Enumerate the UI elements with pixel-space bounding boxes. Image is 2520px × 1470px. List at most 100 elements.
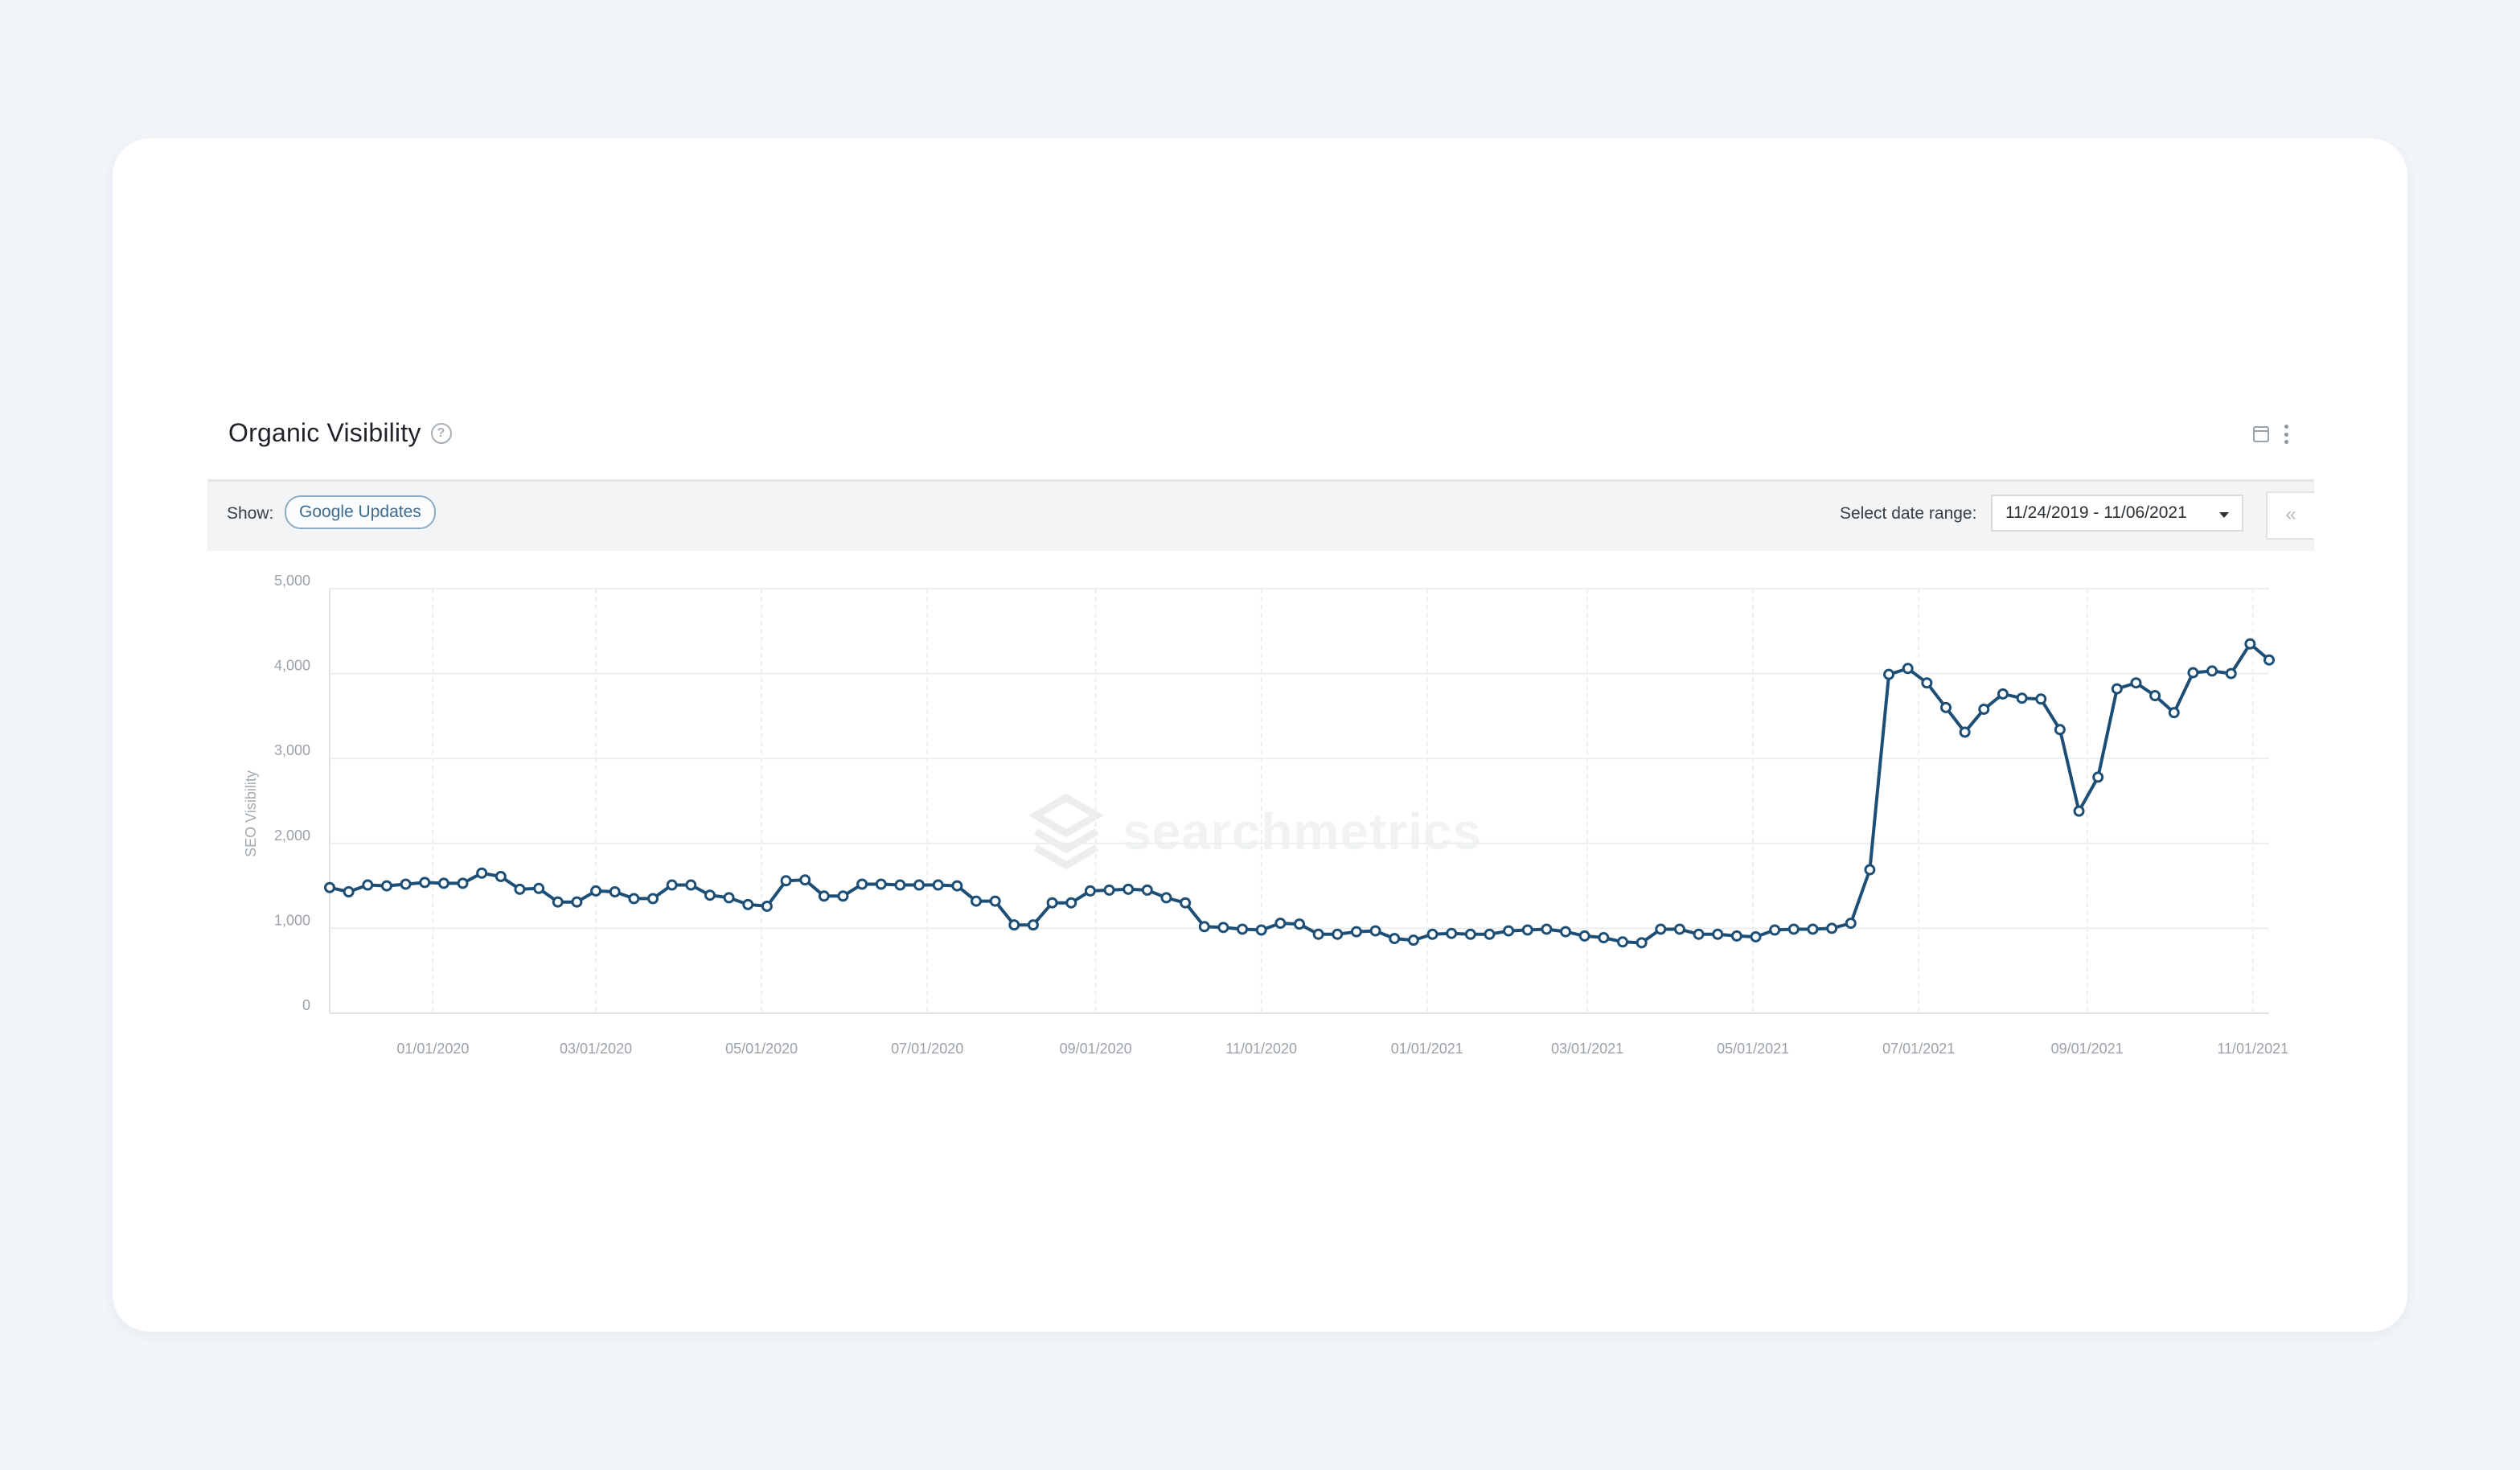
data-point <box>1312 928 1324 940</box>
data-point <box>1217 922 1229 934</box>
data-point <box>1730 930 1742 942</box>
data-point <box>1978 703 1990 715</box>
data-point <box>2206 665 2218 677</box>
data-point <box>437 877 449 889</box>
y-tick-label: 4,000 <box>274 658 310 674</box>
data-point <box>1008 919 1020 931</box>
data-point <box>704 889 716 901</box>
x-tick-label: 11/01/2021 <box>2217 1041 2288 1057</box>
data-point <box>514 883 526 895</box>
data-point <box>2035 693 2047 705</box>
x-tick-label: 07/01/2021 <box>1882 1041 1955 1057</box>
data-point <box>971 895 982 907</box>
data-point <box>1921 677 1933 689</box>
data-point <box>495 870 507 882</box>
data-point <box>1350 926 1362 938</box>
data-point <box>780 875 792 887</box>
data-point <box>2187 667 2199 679</box>
data-point <box>2149 690 2161 702</box>
x-tick-label: 01/01/2021 <box>1391 1041 1463 1057</box>
data-point <box>1389 933 1401 945</box>
data-point <box>380 880 392 892</box>
data-point <box>1255 924 1267 936</box>
data-point <box>1084 885 1096 897</box>
data-point <box>1407 934 1419 946</box>
data-point <box>856 878 868 890</box>
y-tick-label: 2,000 <box>274 827 310 844</box>
data-point <box>1940 701 1952 713</box>
data-point <box>951 880 963 892</box>
data-point <box>1332 928 1344 940</box>
data-point <box>1369 925 1381 937</box>
data-point <box>2054 724 2066 736</box>
data-point <box>894 879 906 891</box>
data-point <box>476 867 488 879</box>
data-point <box>419 877 431 889</box>
data-point <box>1693 928 1705 940</box>
data-point <box>2130 677 2142 689</box>
data-point <box>1294 918 1305 930</box>
data-point <box>1826 922 1838 934</box>
data-point <box>685 879 697 891</box>
data-point <box>1655 923 1667 935</box>
data-point <box>989 895 1001 907</box>
data-point <box>324 881 335 893</box>
data-point <box>1237 923 1249 935</box>
data-point <box>1141 884 1153 896</box>
data-point <box>913 879 926 891</box>
data-point <box>1959 726 1971 738</box>
visibility-chart: 0 1,000 2,000 3,000 4,000 5,000 01/01/2020 03/0… <box>243 573 2288 1057</box>
data-point <box>1673 923 1685 935</box>
data-point <box>2225 667 2237 680</box>
x-tick-label: 03/01/2020 <box>560 1041 632 1057</box>
data-point <box>1046 897 1058 909</box>
data-point <box>1997 688 2009 700</box>
data-point <box>1560 926 1572 938</box>
data-point <box>1198 921 1210 933</box>
data-point <box>1484 928 1496 940</box>
data-point <box>609 885 621 897</box>
data-point <box>2111 683 2123 695</box>
data-point <box>647 893 659 905</box>
y-tick-label: 0 <box>302 997 310 1013</box>
data-point <box>533 882 545 894</box>
data-point <box>1541 923 1553 935</box>
data-point <box>1521 924 1533 936</box>
data-point <box>875 878 887 890</box>
data-point <box>2073 805 2085 817</box>
data-point <box>1274 918 1287 930</box>
x-tick-label: 03/01/2021 <box>1551 1041 1623 1057</box>
x-tick-label: 11/01/2020 <box>1225 1041 1297 1057</box>
data-point <box>1787 923 1800 935</box>
x-tick-label: 01/01/2020 <box>396 1041 469 1057</box>
data-point <box>1617 936 1628 948</box>
data-point <box>1578 930 1590 942</box>
data-point <box>1180 897 1192 909</box>
data-point <box>2168 707 2180 719</box>
data-point <box>1807 923 1819 935</box>
data-point <box>1503 925 1515 937</box>
data-point <box>571 896 583 908</box>
data-point <box>1769 924 1781 936</box>
data-point <box>1103 884 1115 896</box>
y-axis-label: SEO Visibility <box>243 770 259 857</box>
data-point <box>723 892 735 904</box>
data-point <box>1160 892 1172 904</box>
data-point <box>362 879 374 891</box>
data-point <box>457 877 469 889</box>
x-tick-label: 05/01/2020 <box>725 1041 798 1057</box>
data-point <box>2016 692 2028 704</box>
data-point <box>400 878 412 890</box>
data-point <box>1636 937 1648 949</box>
data-point <box>590 885 602 897</box>
data-point <box>666 879 678 891</box>
y-tick-label: 1,000 <box>274 912 310 928</box>
data-point <box>1598 932 1610 944</box>
x-tick-label: 09/01/2021 <box>2051 1041 2124 1057</box>
data-point <box>1902 663 1914 675</box>
data-point <box>1065 897 1077 909</box>
data-point <box>552 896 564 908</box>
data-point <box>818 890 830 902</box>
data-point <box>761 900 773 912</box>
data-point <box>1027 919 1039 931</box>
